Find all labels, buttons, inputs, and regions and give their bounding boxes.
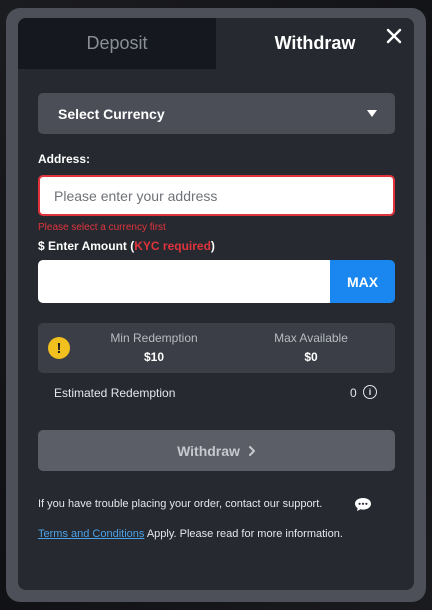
withdraw-button-label: Withdraw [177, 442, 240, 459]
chevron-down-icon [367, 110, 377, 117]
amount-label-suffix: ) [210, 239, 215, 253]
address-error: Please select a currency first [38, 222, 166, 233]
currency-select-label: Select Currency [58, 105, 165, 122]
tab-deposit[interactable]: Deposit [18, 18, 216, 69]
estimated-redemption-label: Estimated Redemption [54, 386, 176, 400]
withdraw-button[interactable]: Withdraw [38, 430, 395, 471]
min-redemption: Min Redemption $10 [94, 331, 214, 364]
terms-link[interactable]: Terms and Conditions [38, 528, 144, 540]
max-button[interactable]: MAX [330, 260, 395, 303]
address-label: Address: [38, 152, 91, 166]
terms-rest: Apply. Please read for more information. [144, 528, 343, 540]
tab-bar: Deposit Withdraw [18, 18, 414, 69]
chevron-right-icon [248, 445, 255, 456]
currency-select[interactable]: Select Currency [38, 93, 395, 134]
min-redemption-label: Min Redemption [110, 331, 198, 345]
max-available-label: Max Available [274, 331, 348, 345]
withdraw-modal: Deposit Withdraw Select Currency Address… [18, 18, 414, 590]
terms-line: Terms and Conditions Apply. Please read … [38, 528, 343, 540]
amount-input[interactable] [38, 260, 330, 303]
warning-icon: ! [48, 337, 70, 359]
max-available-value: $0 [304, 350, 318, 364]
min-redemption-value: $10 [143, 350, 165, 364]
info-icon[interactable]: i [363, 385, 377, 399]
tab-withdraw-label: Withdraw [274, 33, 356, 53]
max-available: Max Available $0 [251, 331, 371, 364]
close-icon[interactable] [384, 26, 404, 46]
max-button-label: MAX [346, 273, 379, 290]
redemption-limits-panel: ! Min Redemption $10 Max Available $0 [38, 323, 395, 373]
support-message: If you have trouble placing your order, … [38, 498, 323, 510]
amount-label: $ Enter Amount (KYC required) [38, 239, 215, 253]
address-input[interactable] [38, 175, 395, 216]
amount-label-prefix: $ Enter Amount ( [38, 239, 135, 253]
kyc-required-text: KYC required [134, 239, 211, 253]
amount-field: MAX [38, 260, 395, 303]
tab-deposit-label: Deposit [86, 33, 148, 53]
chat-bubble-icon[interactable] [354, 497, 372, 512]
estimated-redemption-value: 0 [350, 386, 357, 400]
